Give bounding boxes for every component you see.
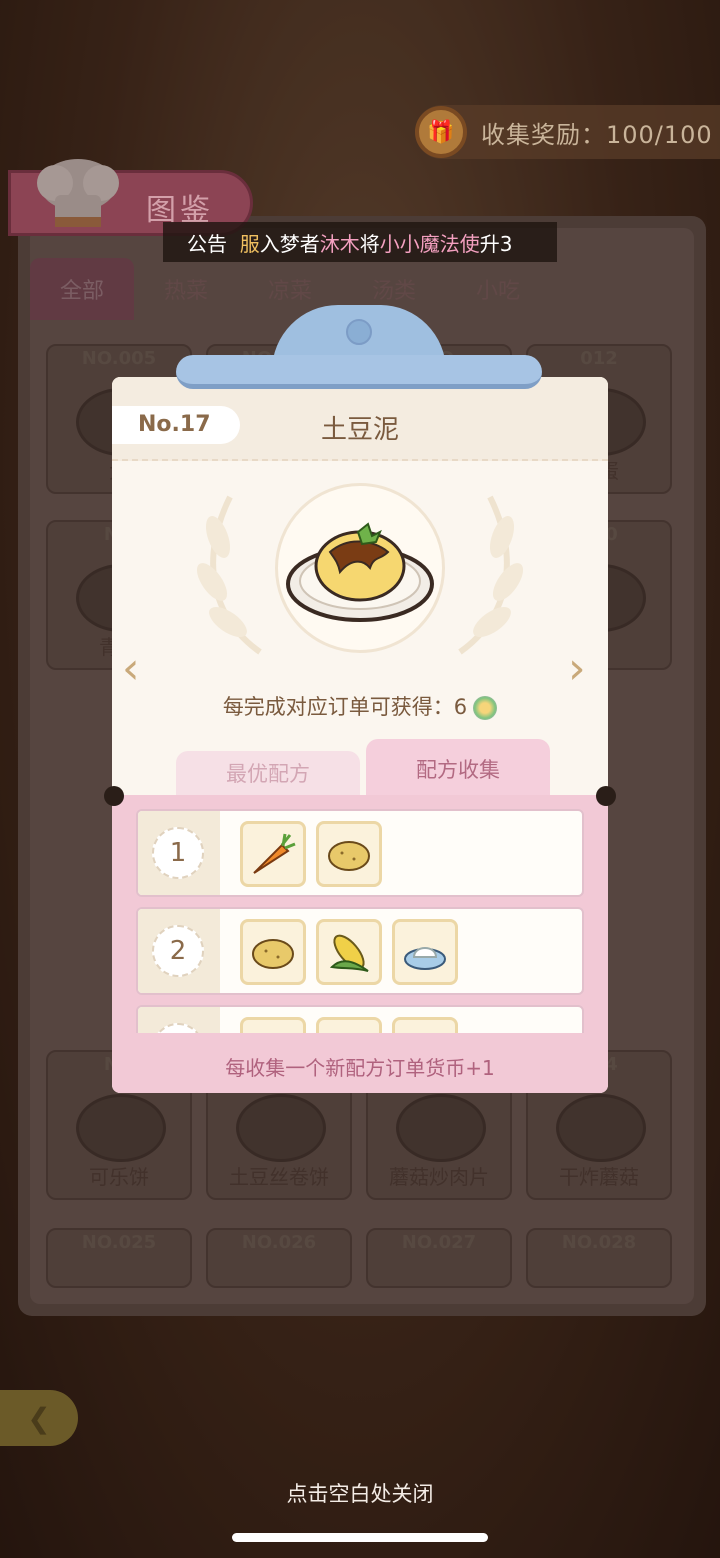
close-hint: 点击空白处关闭 <box>286 1482 434 1506</box>
back-button[interactable]: ❮ <box>0 1390 78 1446</box>
notice-part1: 入梦者 <box>259 231 320 256</box>
laurel-right-icon <box>458 495 524 655</box>
card-notch-left <box>104 786 124 806</box>
notice-user: 沐木 <box>319 231 360 256</box>
coin-icon <box>473 696 498 720</box>
mashed-potato-icon <box>286 522 434 622</box>
back-arrow-icon: ❮ <box>27 1401 51 1435</box>
recipe-index: 2 <box>152 925 204 977</box>
ingredient-icon <box>316 1017 382 1033</box>
recipe-row: 1 <box>136 809 584 897</box>
tab-best-recipe[interactable]: 最优配方 <box>176 751 360 801</box>
corn-icon <box>316 919 382 985</box>
earn-label: 每完成对应订单可获得：6 <box>222 695 468 719</box>
earn-info: 每完成对应订单可获得：6 <box>112 691 608 721</box>
notice-server: 服 <box>239 231 260 256</box>
ingredient-icon <box>392 1017 458 1033</box>
prev-arrow-icon[interactable]: ‹ <box>122 647 140 691</box>
recipe-list[interactable]: 1 2 3 <box>136 809 584 1033</box>
notice-item: 小小魔法使 <box>379 231 480 256</box>
gift-icon: 🎁 <box>415 106 467 158</box>
chef-hat-icon <box>37 159 119 227</box>
cream-icon <box>392 919 458 985</box>
clipboard-bar <box>176 355 542 389</box>
collection-footer: 每收集一个新配方订单货币+1 <box>225 1056 495 1080</box>
reward-label: 收集奖励：100/100 <box>481 120 713 149</box>
recipe-row: 3 <box>136 1005 584 1033</box>
next-arrow-icon[interactable]: › <box>568 647 586 691</box>
recipe-index: 3 <box>152 1023 204 1033</box>
dish-image <box>275 483 445 653</box>
potato-icon <box>316 821 382 887</box>
recipe-row: 2 <box>136 907 584 995</box>
notice-part2: 将 <box>359 231 380 256</box>
recipe-panel: 1 2 3 <box>112 795 608 1093</box>
carrot-icon <box>240 821 306 887</box>
collection-reward[interactable]: 🎁 收集奖励：100/100 <box>415 105 720 159</box>
home-indicator[interactable] <box>232 1533 488 1542</box>
card-notch-right <box>596 786 616 806</box>
recipe-index: 1 <box>152 827 204 879</box>
announcement-bar: 公告 服 入梦者 沐木 将 小小魔法使 升3 <box>163 222 557 262</box>
dish-detail-card: No.17 土豆泥 ‹ › 每完成对应订单可获得：6 最优配方 配方收集 1 2… <box>112 377 608 1093</box>
potato-icon <box>240 919 306 985</box>
notice-prefix: 公告 <box>187 231 227 256</box>
ingredient-icon <box>240 1017 306 1033</box>
laurel-left-icon <box>196 495 262 655</box>
tab-recipe-collection[interactable]: 配方收集 <box>366 739 550 801</box>
notice-part3: 升3 <box>479 231 513 256</box>
dish-name: 土豆泥 <box>320 415 399 445</box>
